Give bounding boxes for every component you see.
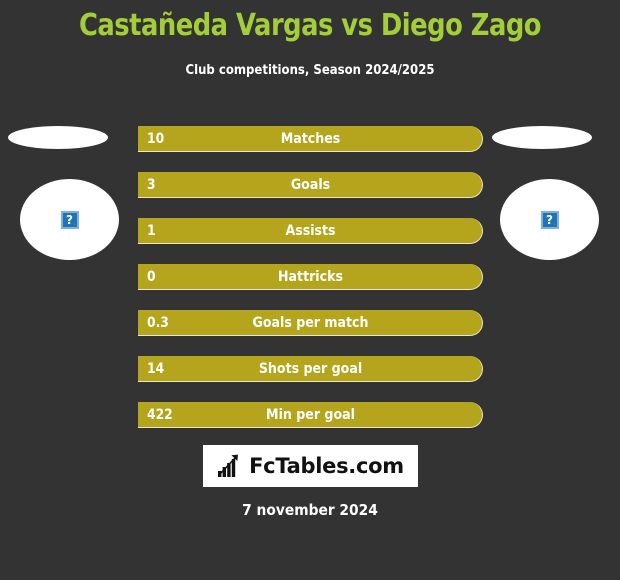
bar-chart-arrow-icon [218, 454, 239, 477]
stat-label: Min per goal [266, 407, 355, 423]
stat-row: 0 Hattricks [138, 264, 483, 290]
stat-row: 422 Min per goal [138, 402, 483, 428]
page-subtitle: Club competitions, Season 2024/2025 [185, 63, 435, 78]
stat-row: 10 Matches [138, 126, 483, 152]
player-left-photo: ? [20, 179, 119, 260]
stat-label: Goals [290, 177, 331, 193]
page-title: Castañeda Vargas vs Diego Zago [78, 8, 542, 43]
player-left-name-badge [8, 126, 108, 149]
broken-image-icon: ? [60, 210, 79, 229]
player-right-name-badge [492, 126, 592, 149]
stat-label: Shots per goal [258, 361, 363, 377]
stat-row: 1 Assists [138, 218, 483, 244]
stat-label: Goals per match [252, 315, 369, 331]
stat-label: Assists [285, 223, 336, 239]
date-label: 7 november 2024 [242, 501, 378, 519]
stats-list: 10 Matches 3 Goals 1 Assists 0 Hattricks… [138, 126, 483, 448]
stat-label: Matches [280, 131, 341, 147]
stat-label: Hattricks [278, 269, 343, 285]
stat-row: 3 Goals [138, 172, 483, 198]
stat-row: 14 Shots per goal [138, 356, 483, 382]
player-right-photo: ? [500, 179, 599, 260]
fctables-logo-text: FcTables.com [249, 454, 404, 478]
player-comparison-infographic: Castañeda Vargas vs Diego Zago Club comp… [0, 0, 620, 580]
fctables-logo[interactable]: FcTables.com [203, 445, 418, 487]
stat-row: 0.3 Goals per match [138, 310, 483, 336]
broken-image-icon: ? [540, 210, 559, 229]
